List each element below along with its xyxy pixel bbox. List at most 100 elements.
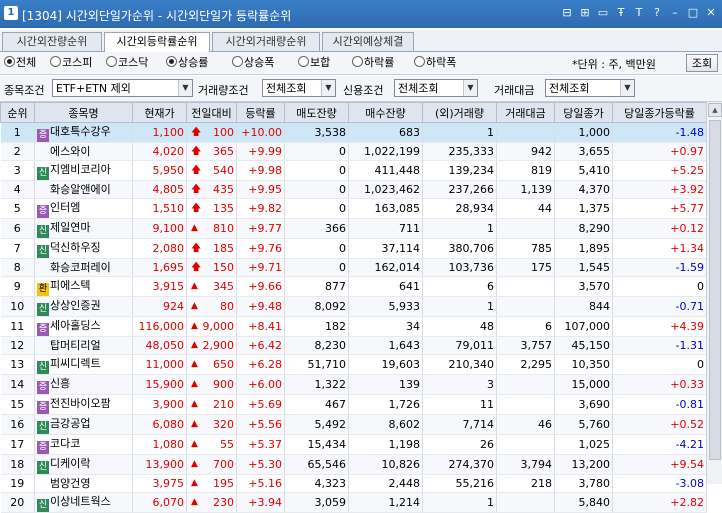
- close-cell: 3,690: [554, 394, 613, 415]
- table-row[interactable]: 14 증 신흥 15,900 ▲ 900 +6.00 1,322 139 3 15,000 +0.33: [0, 374, 707, 395]
- price-cell: 4,020: [132, 142, 187, 161]
- window-number-icon[interactable]: 1: [4, 6, 18, 20]
- up-triangle-icon: ▲: [191, 359, 198, 369]
- sell-qty-cell: 65,546: [284, 454, 349, 475]
- stock-cond-value: ETF+ETN 제외: [56, 82, 131, 95]
- tab-1[interactable]: 시간외등락률순위: [104, 32, 210, 52]
- stock-name: 금강공업: [50, 417, 91, 430]
- amount-cell: [496, 218, 555, 239]
- tab-2[interactable]: 시간외거래량순위: [212, 32, 320, 51]
- window-control-icon-8[interactable]: ✕: [704, 5, 718, 21]
- stock-name: 인터엠: [50, 201, 81, 214]
- column-header-10[interactable]: 당일종가등락률: [612, 102, 707, 123]
- table-row[interactable]: 5 증 인터엠 1,510 🡅 135 +9.82 0 163,085 28,934 44 1,375…: [0, 198, 707, 219]
- scroll-thumb[interactable]: [709, 120, 721, 460]
- sort-radio-1[interactable]: 상승폭: [232, 56, 274, 70]
- diff-cell: ▲ 2,900: [186, 336, 237, 355]
- tab-3[interactable]: 시간외예상체결: [322, 32, 414, 51]
- column-header-7[interactable]: (외)거래량: [422, 102, 497, 123]
- column-header-3[interactable]: 전일대비: [186, 102, 237, 123]
- table-row[interactable]: 13 신 피씨디렉트 11,000 ▲ 650 +6.28 51,710 19,603 210,3…: [0, 354, 707, 375]
- close-cell: 8,290: [554, 218, 613, 239]
- rate-cell: +9.71: [236, 258, 285, 277]
- volume-cond-select[interactable]: 전체조회 ▼: [262, 79, 336, 97]
- close-cell: 5,410: [554, 160, 613, 181]
- close-cell: 5,840: [554, 492, 613, 513]
- name-cell: 증 코다코: [34, 434, 133, 455]
- vertical-scrollbar[interactable]: ▲: [706, 102, 722, 484]
- column-header-0[interactable]: 순위: [0, 102, 35, 123]
- diff-cell: ▲ 230: [186, 492, 237, 513]
- stock-badge: 환: [37, 283, 49, 296]
- table-row[interactable]: 7 신 덕신하우징 2,080 🡅 185 +9.76 0 37,114 380,706 785 1,…: [0, 238, 707, 259]
- radio-label: 상승폭: [244, 56, 275, 69]
- credit-cond-select[interactable]: 전체조회 ▼: [394, 79, 478, 97]
- window-control-icon-3[interactable]: Ŧ: [614, 5, 628, 21]
- sort-radio-3[interactable]: 하락률: [352, 56, 394, 70]
- window-control-icon-1[interactable]: ⊞: [578, 5, 592, 21]
- stock-name: 이상네트웍스: [50, 495, 111, 508]
- diff-value: 365: [213, 145, 234, 158]
- sort-radio-2[interactable]: 보합: [298, 56, 330, 70]
- sell-qty-cell: 0: [284, 238, 349, 259]
- volume-cell: 1: [422, 122, 497, 143]
- rank-cell: 11: [0, 316, 35, 337]
- sort-radio-0[interactable]: 상승률: [166, 56, 208, 70]
- table-row[interactable]: 9 환 피에스텍 3,915 ▲ 345 +9.66 877 641 6 3,570 0: [0, 276, 707, 297]
- table-row[interactable]: 11 증 세아홀딩스 116,000 ▲ 9,000 +8.41 182 34 48 6 107,00…: [0, 316, 707, 337]
- table-row[interactable]: 3 신 지엠비코리아 5,950 🡅 540 +9.98 0 411,448 139,234 819…: [0, 160, 707, 181]
- window-control-icon-2[interactable]: ▭: [596, 5, 610, 21]
- table-row[interactable]: 15 증 전진바이오팜 3,900 ▲ 210 +5.69 467 1,726 11 3,690 -0…: [0, 394, 707, 415]
- column-header-4[interactable]: 등락률: [236, 102, 285, 123]
- column-header-8[interactable]: 거래대금: [496, 102, 555, 123]
- amount-cell: [496, 122, 555, 143]
- buy-qty-cell: 37,114: [348, 238, 423, 259]
- column-header-6[interactable]: 매수잔량: [348, 102, 423, 123]
- amount-cell: 2,295: [496, 354, 555, 375]
- table-row[interactable]: 6 신 제일연마 9,100 ▲ 810 +9.77 366 711 1 8,290 +0.12: [0, 218, 707, 239]
- up-triangle-icon: ▲: [191, 340, 198, 350]
- window-control-icon-6[interactable]: –: [668, 5, 682, 21]
- amount-select[interactable]: 전체조회 ▼: [545, 79, 635, 97]
- table-row[interactable]: 8 화승코퍼레이 1,695 🡅 150 +9.71 0 162,014 103,736 175 1…: [0, 258, 707, 277]
- window-control-icon-0[interactable]: ⊟: [560, 5, 574, 21]
- volume-cell: 1: [422, 218, 497, 239]
- stock-name: 신흥: [50, 377, 71, 390]
- sort-radio-4[interactable]: 하락폭: [414, 56, 456, 70]
- column-header-2[interactable]: 현재가: [132, 102, 187, 123]
- table-row[interactable]: 4 화승알앤에이 4,805 🡅 435 +9.95 0 1,023,462 237,266 1,…: [0, 180, 707, 199]
- stock-cond-select[interactable]: ETF+ETN 제외 ▼: [52, 79, 193, 97]
- close-cell: 13,200: [554, 454, 613, 475]
- table-row[interactable]: 18 신 디케이락 13,900 ▲ 700 +5.30 65,546 10,826 274,37…: [0, 454, 707, 475]
- table-row[interactable]: 16 신 금강공업 6,080 ▲ 320 +5.56 5,492 8,602 7,714 46 5,…: [0, 414, 707, 435]
- table-row[interactable]: 12 탑머티리얼 48,050 ▲ 2,900 +6.42 8,230 1,643 79,011…: [0, 336, 707, 355]
- grid-header: 순위 종목명 현재가 전일대비 등락률 매도잔량 매수잔량 (외)거래량 거래대금 당일종가 당일종…: [0, 102, 707, 123]
- table-row[interactable]: 2 에스와이 4,020 🡅 365 +9.99 0 1,022,199 235,333 942 3…: [0, 142, 707, 161]
- column-header-1[interactable]: 종목명: [34, 102, 133, 123]
- scroll-up-icon[interactable]: ▲: [708, 103, 722, 117]
- window-control-icon-5[interactable]: ?: [650, 5, 664, 21]
- table-row[interactable]: 17 증 코다코 1,080 ▲ 55 +5.37 15,434 1,198 26 1,025 -4.…: [0, 434, 707, 455]
- stock-name: 지엠비코리아: [50, 163, 111, 176]
- table-row[interactable]: 1 증 대호특수강우 1,100 🡅 100 +10.00 3,538 683 1 1,000 -1.…: [0, 122, 707, 143]
- stock-badge: 증: [37, 205, 49, 218]
- table-row[interactable]: 10 신 상상인증권 924 ▲ 80 +9.48 8,092 5,933 1 844 -0.71: [0, 296, 707, 317]
- price-cell: 5,950: [132, 160, 187, 181]
- tab-0[interactable]: 시간외잔량순위: [2, 32, 102, 51]
- volume-cell: 1: [422, 296, 497, 317]
- diff-value: 435: [213, 183, 234, 196]
- title-bar: 1 [1304] 시간외단일가순위 - 시간외단일가 등락률순위 ⊟ ⊞ ▭ Ŧ T? –…: [0, 0, 722, 28]
- market-radio-2[interactable]: 코스닥: [106, 56, 148, 70]
- window-control-icon-4[interactable]: T: [632, 5, 646, 21]
- price-cell: 4,805: [132, 180, 187, 199]
- buy-qty-cell: 163,085: [348, 198, 423, 219]
- query-button[interactable]: 조회: [686, 54, 718, 72]
- window-control-icon-7[interactable]: □: [686, 5, 700, 21]
- table-row[interactable]: 20 신 이상네트웍스 6,070 ▲ 230 +3.94 3,059 1,214 1 5,840 +…: [0, 492, 707, 513]
- column-header-9[interactable]: 당일종가: [554, 102, 613, 123]
- column-header-5[interactable]: 매도잔량: [284, 102, 349, 123]
- market-radio-1[interactable]: 코스피: [50, 56, 92, 70]
- rate-cell: +9.99: [236, 142, 285, 161]
- close-cell: 1,025: [554, 434, 613, 455]
- market-radio-0[interactable]: 전체: [4, 56, 36, 70]
